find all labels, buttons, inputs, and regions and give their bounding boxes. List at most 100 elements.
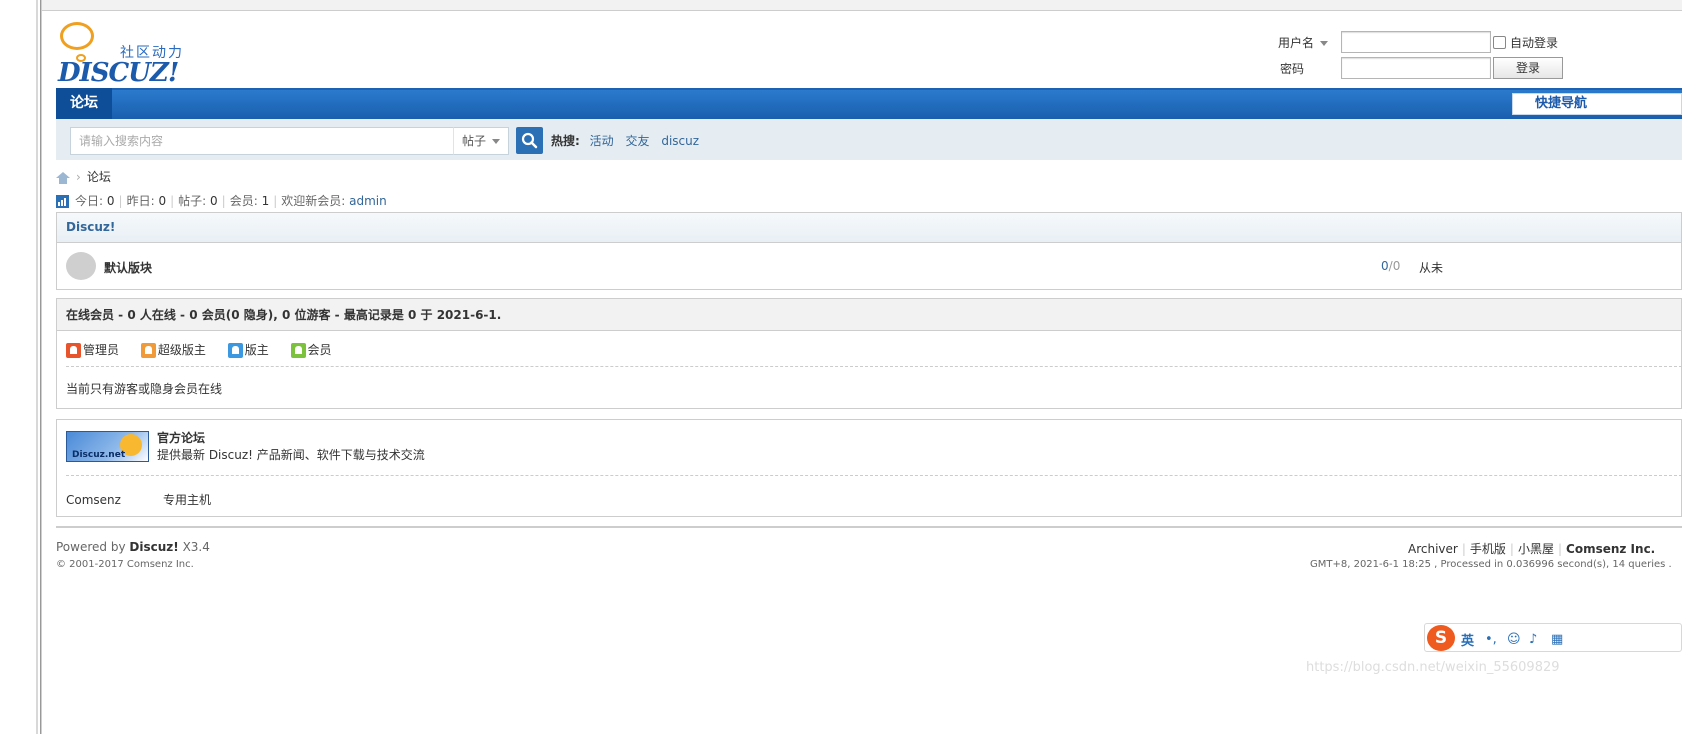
admin-icon <box>66 343 81 358</box>
online-note: 当前只有游客或隐身会员在线 <box>66 382 223 396</box>
discuz-net-logo[interactable]: Discuz.net <box>66 431 149 462</box>
auto-login-label[interactable]: 自动登录 <box>1510 34 1558 51</box>
forum-stats: 今日: 0 | 昨日: 0 | 帖子: 0 | 会员: 1 | 欢迎新会员: admin <box>56 192 387 209</box>
forum-post-count: 0 <box>1392 259 1401 273</box>
breadcrumb: › 论坛 <box>56 168 111 185</box>
newest-member-link[interactable]: admin <box>349 194 387 208</box>
site-logo[interactable]: 社区动力 DISCUZ! <box>58 20 188 88</box>
forum-status-icon <box>66 252 96 280</box>
category-header: Discuz! <box>57 213 1681 243</box>
stat-posts: 0 <box>210 194 218 208</box>
stat-yesterday: 0 <box>158 194 167 208</box>
text-links: Comsenz 专用主机 <box>66 491 253 508</box>
moderator-icon <box>227 343 243 358</box>
powered-prefix: Powered by <box>56 540 126 554</box>
emoji-icon[interactable]: ☺ <box>1507 633 1521 647</box>
search-scope-value: 帖子 <box>462 134 487 148</box>
auto-login-checkbox[interactable] <box>1493 36 1506 49</box>
online-title[interactable]: 在线会员 - 0 人在线 - 0 会员(0 隐身), 0 位游客 - 最高记录是… <box>57 299 1681 331</box>
footer-link[interactable]: Archiver <box>1408 542 1458 556</box>
friend-links <box>56 419 1682 517</box>
role-moderator: 版主 <box>227 341 269 358</box>
chevron-down-icon <box>492 139 501 144</box>
chevron-right-icon: › <box>76 170 81 184</box>
home-icon[interactable] <box>56 171 70 184</box>
stat-posts-label: 帖子: <box>178 194 207 208</box>
stat-members-label: 会员: <box>229 194 258 208</box>
forum-last-post: 从未 <box>1419 261 1444 275</box>
discuz-net-logo-text: Discuz.net <box>72 450 126 460</box>
top-bar <box>42 0 1682 11</box>
search-button[interactable] <box>516 127 543 154</box>
password-label: 密码 <box>1280 62 1305 76</box>
divider <box>66 366 1682 367</box>
chevron-down-icon <box>1320 41 1329 46</box>
powered-by: Powered by Discuz! X3.4 <box>56 540 210 554</box>
watermark: https://blog.csdn.net/weixin_55609829 <box>1306 660 1560 675</box>
ime-logo-icon: S <box>1427 625 1455 651</box>
login-button[interactable]: 登录 <box>1493 57 1563 79</box>
main-nav <box>56 88 1682 119</box>
punctuation-icon[interactable]: •, <box>1485 633 1499 647</box>
role-label: 超级版主 <box>157 343 206 357</box>
stat-today-label: 今日: <box>75 194 104 208</box>
super-moderator-icon <box>140 343 156 358</box>
role-super-moderator: 超级版主 <box>140 341 206 358</box>
category-title[interactable]: Discuz! <box>66 220 115 234</box>
powered-brand-link[interactable]: Discuz! <box>129 540 178 554</box>
password-input[interactable] <box>1341 57 1491 79</box>
role-member: 会员 <box>290 341 332 358</box>
stat-members: 1 <box>261 194 270 208</box>
chart-icon <box>56 195 69 208</box>
footer-link[interactable]: 手机版 <box>1470 542 1506 556</box>
role-label: 版主 <box>244 343 269 357</box>
hot-search-term[interactable]: 活动 <box>590 134 614 148</box>
ime-toolbar[interactable]: S 英 •, ☺ ♪ ▦ <box>1424 623 1682 652</box>
breadcrumb-current[interactable]: 论坛 <box>87 170 111 184</box>
stat-today: 0 <box>106 194 115 208</box>
microphone-icon[interactable]: ♪ <box>1529 633 1543 647</box>
gutter-line <box>40 0 41 734</box>
copyright: © 2001-2017 Comsenz Inc. <box>56 559 194 570</box>
username-label: 用户名 <box>1278 36 1315 50</box>
logo-bubble-icon <box>60 22 94 50</box>
text-link[interactable]: 专用主机 <box>163 493 211 507</box>
hot-search-term[interactable]: 交友 <box>625 134 649 148</box>
link-description: 提供最新 Discuz! 产品新闻、软件下载与技术交流 <box>157 448 425 462</box>
forum-thread-count: 0 <box>1381 259 1389 273</box>
logo-wordmark: DISCUZ! <box>58 58 179 88</box>
hot-search-label: 热搜: <box>551 134 580 148</box>
member-icon <box>290 343 306 358</box>
stat-welcome-label: 欢迎新会员: <box>281 194 346 208</box>
username-type-selector[interactable]: 用户名 <box>1278 34 1329 51</box>
member-role-legend: 管理员 超级版主 版主 会员 <box>66 341 350 358</box>
username-input[interactable] <box>1341 31 1491 53</box>
footer-link[interactable]: 小黑屋 <box>1518 542 1554 556</box>
nav-tab-forum[interactable]: 论坛 <box>56 88 112 119</box>
footer-links: Archiver | 手机版 | 小黑屋 | Comsenz Inc. <box>1408 542 1656 556</box>
footer-divider <box>56 526 1682 528</box>
hot-search: 热搜: 活动 交友 discuz <box>551 132 707 149</box>
forum-name[interactable]: 默认版块 <box>104 259 152 276</box>
role-label: 管理员 <box>83 343 120 357</box>
search-icon <box>521 132 538 149</box>
forum-counts: 0/0 <box>1381 259 1400 273</box>
role-admin: 管理员 <box>66 341 119 358</box>
ime-mode[interactable]: 英 <box>1461 630 1474 649</box>
gutter-line <box>36 0 38 734</box>
window-gutter <box>0 0 42 734</box>
search-input[interactable]: 请输入搜索内容 <box>70 127 454 155</box>
footer-time: GMT+8, 2021-6-1 18:25 , Processed in 0.0… <box>1310 559 1672 570</box>
stat-yesterday-label: 昨日: <box>126 194 155 208</box>
version: X3.4 <box>182 540 210 554</box>
footer-link[interactable]: Comsenz Inc. <box>1566 542 1655 556</box>
forum-category: Discuz! <box>56 212 1682 290</box>
search-scope-select[interactable]: 帖子 <box>453 127 509 155</box>
text-link[interactable]: Comsenz <box>66 493 121 507</box>
quick-nav-button[interactable]: 快捷导航 <box>1512 93 1682 115</box>
link-title[interactable]: 官方论坛 <box>157 429 205 446</box>
divider <box>66 475 1682 476</box>
role-label: 会员 <box>307 343 332 357</box>
hot-search-term[interactable]: discuz <box>661 134 699 148</box>
keyboard-icon[interactable]: ▦ <box>1551 633 1565 647</box>
